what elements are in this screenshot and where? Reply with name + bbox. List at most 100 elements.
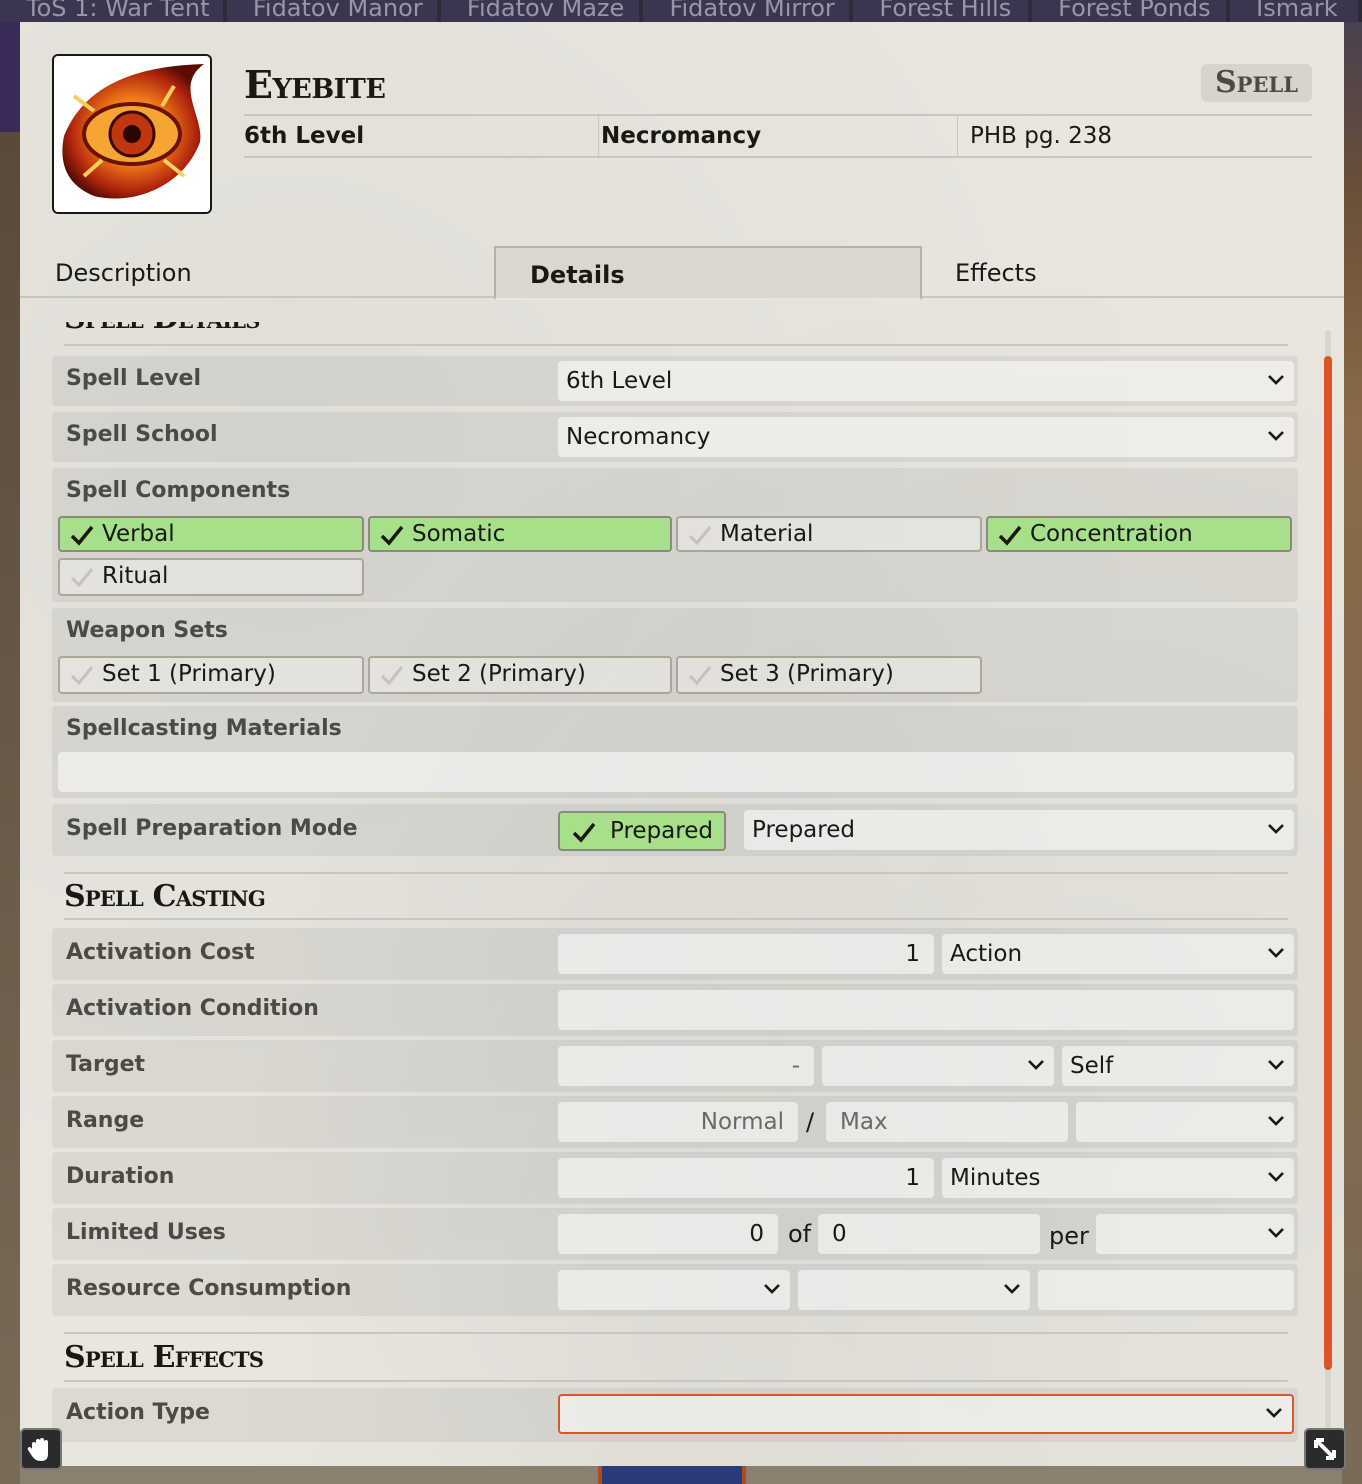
duration-value-input[interactable]: 1 bbox=[558, 1158, 934, 1198]
target-value-input[interactable]: - bbox=[558, 1046, 814, 1086]
target-units-select[interactable] bbox=[822, 1046, 1054, 1086]
chevron-down-icon bbox=[1004, 1270, 1020, 1310]
target-type-value: Self bbox=[1070, 1053, 1114, 1079]
uses-period-select[interactable] bbox=[1096, 1214, 1294, 1254]
materials-input[interactable] bbox=[58, 752, 1294, 792]
check-icon bbox=[998, 525, 1022, 546]
scene-tab[interactable]: ToS 1: War Tent bbox=[0, 0, 223, 22]
duration-label: Duration bbox=[66, 1164, 175, 1189]
uses-value-input[interactable]: 0 bbox=[558, 1214, 778, 1254]
resize-handle-button[interactable] bbox=[1304, 1428, 1346, 1470]
section-header-spell-casting: Spell Casting bbox=[64, 872, 1288, 920]
range-normal-input[interactable]: Normal bbox=[558, 1102, 798, 1142]
details-panel[interactable]: Spell Details Spell Level 6th Level Spel… bbox=[20, 322, 1344, 1466]
spell-portrait[interactable] bbox=[52, 54, 212, 214]
canvas-background-right bbox=[1342, 22, 1362, 1484]
preparation-mode-value: Prepared bbox=[752, 817, 855, 843]
spell-level-row: Spell Level 6th Level bbox=[52, 356, 1298, 406]
scene-tab[interactable]: Fidatov Mirror bbox=[643, 0, 850, 22]
spell-level-select[interactable]: 6th Level bbox=[558, 361, 1294, 401]
weapon-set-1-checkbox[interactable]: Set 1 (Primary) bbox=[58, 656, 364, 694]
action-type-select[interactable] bbox=[558, 1394, 1294, 1434]
activation-condition-input[interactable] bbox=[558, 990, 1294, 1030]
component-material-checkbox[interactable]: Material bbox=[676, 516, 982, 552]
canvas-background-left bbox=[0, 22, 20, 1484]
spell-school-label: Spell School bbox=[66, 422, 218, 447]
duration-units-value: Minutes bbox=[950, 1165, 1041, 1191]
spell-name[interactable]: Eyebite bbox=[244, 62, 386, 107]
tab-details-label: Details bbox=[530, 261, 625, 289]
resource-consumption-row: Resource Consumption bbox=[52, 1264, 1298, 1316]
scene-tab[interactable]: Forest Hills bbox=[853, 0, 1029, 22]
uses-max-input[interactable]: 0 bbox=[818, 1214, 1040, 1254]
preparation-mode-select[interactable]: Prepared bbox=[744, 810, 1294, 850]
scrollbar-thumb[interactable] bbox=[1324, 356, 1332, 1370]
prepared-toggle[interactable]: Prepared bbox=[558, 811, 726, 851]
scene-tab[interactable]: Ismark bbox=[1230, 0, 1358, 22]
item-sheet-window: Eyebite Spell 6th Level Necromancy PHB p… bbox=[20, 22, 1344, 1466]
resource-amount-input[interactable] bbox=[1038, 1270, 1294, 1310]
chevron-down-icon bbox=[1266, 1396, 1282, 1432]
duration-units-select[interactable]: Minutes bbox=[942, 1158, 1294, 1198]
preparation-row: Spell Preparation Mode Prepared Prepared bbox=[52, 804, 1298, 856]
range-separator: / bbox=[806, 1108, 815, 1136]
scene-tab[interactable]: Forest Ponds bbox=[1032, 0, 1227, 22]
tab-details[interactable]: Details bbox=[494, 246, 922, 300]
range-units-select[interactable] bbox=[1076, 1102, 1294, 1142]
drag-handle-button[interactable] bbox=[20, 1428, 62, 1470]
component-somatic-label: Somatic bbox=[412, 521, 506, 547]
component-concentration-label: Concentration bbox=[1030, 521, 1193, 547]
tab-description[interactable]: Description bbox=[55, 246, 192, 296]
summary-source[interactable]: PHB pg. 238 bbox=[958, 116, 1312, 156]
range-max-input[interactable]: Max bbox=[826, 1102, 1068, 1142]
check-icon bbox=[380, 666, 404, 686]
title-row: Eyebite Spell bbox=[244, 58, 1312, 116]
section-header-spell-effects: Spell Effects bbox=[64, 1332, 1288, 1382]
resource-type-select[interactable] bbox=[558, 1270, 790, 1310]
tab-effects[interactable]: Effects bbox=[955, 246, 1037, 296]
spell-level-label: Spell Level bbox=[66, 366, 201, 391]
chevron-down-icon bbox=[1268, 1214, 1284, 1254]
hand-icon bbox=[27, 1438, 48, 1461]
uses-of-label: of bbox=[788, 1220, 812, 1248]
component-ritual-label: Ritual bbox=[102, 563, 169, 589]
check-icon bbox=[380, 525, 404, 546]
component-somatic-checkbox[interactable]: Somatic bbox=[368, 516, 672, 552]
check-icon bbox=[70, 568, 94, 588]
target-row: Target - Self bbox=[52, 1040, 1298, 1092]
component-verbal-label: Verbal bbox=[102, 521, 175, 547]
target-label: Target bbox=[66, 1052, 146, 1077]
activation-type-select[interactable]: Action bbox=[942, 934, 1294, 974]
eye-icon bbox=[54, 56, 210, 212]
component-ritual-checkbox[interactable]: Ritual bbox=[58, 558, 364, 596]
check-icon bbox=[688, 526, 712, 546]
scene-navigation: ToS 1: War Tent Fidatov Manor Fidatov Ma… bbox=[0, 0, 1362, 22]
prepared-toggle-label: Prepared bbox=[610, 818, 713, 844]
activation-cost-row: Activation Cost 1 Action bbox=[52, 928, 1298, 980]
chevron-down-icon bbox=[1028, 1046, 1044, 1086]
materials-label: Spellcasting Materials bbox=[66, 716, 342, 741]
check-icon bbox=[572, 822, 596, 843]
spell-components-label: Spell Components bbox=[66, 478, 291, 503]
preparation-label: Spell Preparation Mode bbox=[66, 816, 358, 841]
activation-cost-input[interactable]: 1 bbox=[558, 934, 934, 974]
section-header-spell-details: Spell Details bbox=[64, 322, 1288, 346]
weapon-set-2-label: Set 2 (Primary) bbox=[412, 661, 586, 687]
component-verbal-checkbox[interactable]: Verbal bbox=[58, 516, 364, 552]
weapon-set-2-checkbox[interactable]: Set 2 (Primary) bbox=[368, 656, 672, 694]
resource-consumption-label: Resource Consumption bbox=[66, 1276, 352, 1301]
spell-school-row: Spell School Necromancy bbox=[52, 412, 1298, 462]
weapon-set-3-checkbox[interactable]: Set 3 (Primary) bbox=[676, 656, 982, 694]
weapon-sets-label: Weapon Sets bbox=[66, 618, 228, 643]
canvas-token bbox=[598, 1466, 746, 1484]
scene-tab[interactable]: Fidatov Manor bbox=[226, 0, 437, 22]
component-concentration-checkbox[interactable]: Concentration bbox=[986, 516, 1292, 552]
spell-school-select[interactable]: Necromancy bbox=[558, 417, 1294, 457]
component-material-label: Material bbox=[720, 521, 814, 547]
summary-level: 6th Level bbox=[244, 123, 365, 149]
resource-target-select[interactable] bbox=[798, 1270, 1030, 1310]
scene-tab[interactable]: Fidatov Maze bbox=[440, 0, 640, 22]
target-type-select[interactable]: Self bbox=[1062, 1046, 1294, 1086]
chevron-down-icon bbox=[1268, 361, 1284, 401]
weapon-set-1-label: Set 1 (Primary) bbox=[102, 661, 276, 687]
